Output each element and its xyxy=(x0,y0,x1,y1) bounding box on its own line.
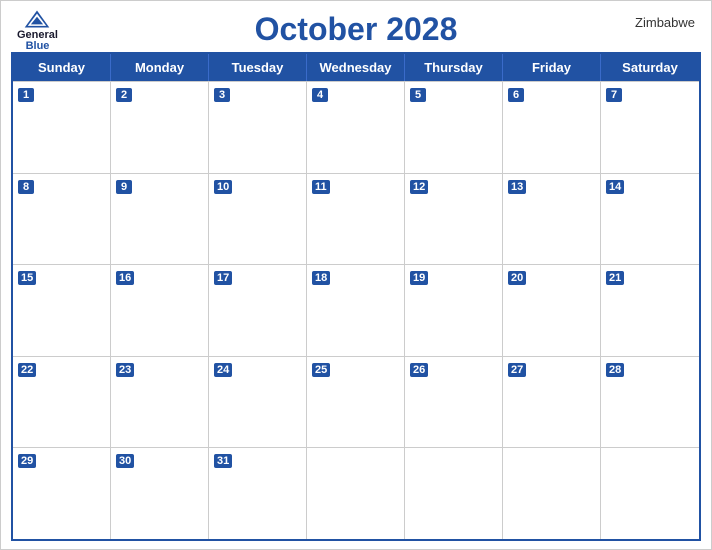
day-cell: 2 xyxy=(111,82,209,173)
day-cell: 14 xyxy=(601,174,699,265)
day-cell: 7 xyxy=(601,82,699,173)
week-row-1: 1 2 3 4 5 6 7 xyxy=(13,81,699,173)
day-cell: 22 xyxy=(13,357,111,448)
day-number: 4 xyxy=(312,88,328,102)
day-cell: 17 xyxy=(209,265,307,356)
day-number: 31 xyxy=(214,454,232,468)
day-cell: 8 xyxy=(13,174,111,265)
day-number: 10 xyxy=(214,180,232,194)
day-cell: 9 xyxy=(111,174,209,265)
day-cell: 12 xyxy=(405,174,503,265)
day-cell: 3 xyxy=(209,82,307,173)
day-number: 7 xyxy=(606,88,622,102)
day-number: 21 xyxy=(606,271,624,285)
day-cell: 4 xyxy=(307,82,405,173)
day-number: 30 xyxy=(116,454,134,468)
week-row-4: 22 23 24 25 26 27 28 xyxy=(13,356,699,448)
day-header-tuesday: Tuesday xyxy=(209,54,307,81)
day-cell: 30 xyxy=(111,448,209,539)
day-cell: 29 xyxy=(13,448,111,539)
day-number: 12 xyxy=(410,180,428,194)
day-cell: 21 xyxy=(601,265,699,356)
day-number: 20 xyxy=(508,271,526,285)
day-number: 28 xyxy=(606,363,624,377)
day-number: 25 xyxy=(312,363,330,377)
day-number: 1 xyxy=(18,88,34,102)
day-cell: 5 xyxy=(405,82,503,173)
weeks-container: 1234567891011121314151617181920212223242… xyxy=(13,81,699,539)
day-header-saturday: Saturday xyxy=(601,54,699,81)
month-title: October 2028 xyxy=(255,11,458,48)
country-label: Zimbabwe xyxy=(635,15,695,30)
day-number: 5 xyxy=(410,88,426,102)
day-cell xyxy=(503,448,601,539)
day-number: 14 xyxy=(606,180,624,194)
day-cell: 26 xyxy=(405,357,503,448)
day-cell: 24 xyxy=(209,357,307,448)
day-number: 17 xyxy=(214,271,232,285)
day-number: 3 xyxy=(214,88,230,102)
day-header-thursday: Thursday xyxy=(405,54,503,81)
day-number: 22 xyxy=(18,363,36,377)
day-number: 2 xyxy=(116,88,132,102)
day-number: 23 xyxy=(116,363,134,377)
day-number: 9 xyxy=(116,180,132,194)
day-number: 24 xyxy=(214,363,232,377)
week-row-3: 15 16 17 18 19 20 21 xyxy=(13,264,699,356)
day-number: 16 xyxy=(116,271,134,285)
day-number: 11 xyxy=(312,180,330,194)
day-number: 6 xyxy=(508,88,524,102)
day-cell: 23 xyxy=(111,357,209,448)
day-number: 18 xyxy=(312,271,330,285)
day-number: 15 xyxy=(18,271,36,285)
day-cell: 31 xyxy=(209,448,307,539)
day-cell: 19 xyxy=(405,265,503,356)
calendar-header: General Blue October 2028 Zimbabwe xyxy=(1,1,711,52)
day-number: 27 xyxy=(508,363,526,377)
day-cell: 15 xyxy=(13,265,111,356)
day-cell: 6 xyxy=(503,82,601,173)
day-number: 8 xyxy=(18,180,34,194)
day-number: 26 xyxy=(410,363,428,377)
day-cell: 10 xyxy=(209,174,307,265)
day-cell: 18 xyxy=(307,265,405,356)
week-row-5: 29 30 31 xyxy=(13,447,699,539)
day-cell: 25 xyxy=(307,357,405,448)
day-number: 19 xyxy=(410,271,428,285)
day-cell xyxy=(307,448,405,539)
day-cell: 11 xyxy=(307,174,405,265)
day-cell: 13 xyxy=(503,174,601,265)
calendar-grid: SundayMondayTuesdayWednesdayThursdayFrid… xyxy=(11,52,701,541)
calendar-container: General Blue October 2028 Zimbabwe Sunda… xyxy=(0,0,712,550)
day-cell xyxy=(601,448,699,539)
day-cell: 28 xyxy=(601,357,699,448)
logo-area: General Blue xyxy=(17,9,58,52)
day-cell: 20 xyxy=(503,265,601,356)
day-header-wednesday: Wednesday xyxy=(307,54,405,81)
day-header-friday: Friday xyxy=(503,54,601,81)
day-cell: 1 xyxy=(13,82,111,173)
day-cell: 27 xyxy=(503,357,601,448)
day-header-sunday: Sunday xyxy=(13,54,111,81)
day-number: 29 xyxy=(18,454,36,468)
day-headers: SundayMondayTuesdayWednesdayThursdayFrid… xyxy=(13,54,699,81)
day-number: 13 xyxy=(508,180,526,194)
week-row-2: 8 9 10 11 12 13 14 xyxy=(13,173,699,265)
logo-icon xyxy=(23,9,51,29)
logo-blue-text: Blue xyxy=(26,41,50,52)
day-cell xyxy=(405,448,503,539)
day-header-monday: Monday xyxy=(111,54,209,81)
day-cell: 16 xyxy=(111,265,209,356)
